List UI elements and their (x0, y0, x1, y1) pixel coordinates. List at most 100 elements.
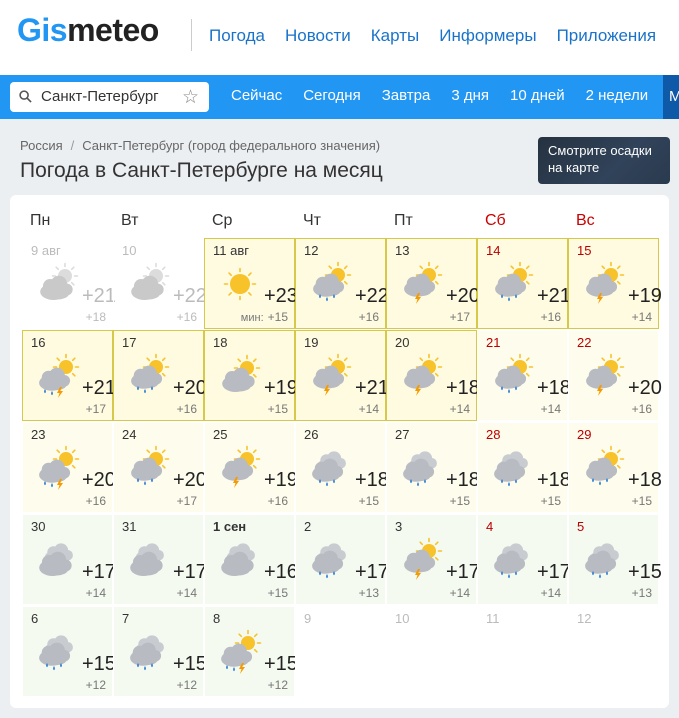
day-cell[interactable]: 3 +17 +14 (386, 514, 480, 605)
day-cell[interactable]: 22 +20 +16 (568, 330, 662, 421)
day-cell[interactable]: 18 +19 +15 (204, 330, 298, 421)
tab-3-days[interactable]: 3 дня (451, 87, 489, 104)
min-temperature-value: +15 (631, 494, 652, 508)
day-cell[interactable]: 13 +20 +17 (386, 238, 480, 329)
min-temperature: +14 (541, 586, 561, 600)
nav-news[interactable]: Новости (285, 26, 351, 46)
logo-divider (191, 19, 192, 51)
min-temperature-value: +15 (267, 402, 288, 416)
favorite-star-icon[interactable]: ☆ (182, 86, 199, 109)
calendar-empty-cell: 9 (295, 606, 386, 697)
day-date: 25 (213, 427, 228, 442)
day-date: 3 (395, 519, 403, 534)
partly-cloudy-rain-icon (131, 353, 170, 394)
min-temperature-value: +15 (358, 494, 379, 508)
min-temperature: +13 (359, 586, 379, 600)
day-cell[interactable]: 1 сен +16 +15 (204, 514, 298, 605)
day-cell[interactable]: 4 +17 +14 (477, 514, 571, 605)
day-date: 12 (577, 611, 592, 626)
tab-tomorrow[interactable]: Завтра (382, 87, 431, 104)
day-cell[interactable]: 12 +22 +16 (295, 238, 389, 329)
min-temperature-value: +16 (267, 494, 288, 508)
min-temperature-value: +14 (449, 586, 470, 600)
day-cell[interactable]: 27 +18 +15 (386, 422, 480, 513)
day-cell[interactable]: 26 +18 +15 (295, 422, 389, 513)
tab-month[interactable]: М (663, 75, 679, 119)
day-cell[interactable]: 24 +20 +17 (113, 422, 207, 513)
min-temperature: +14 (359, 402, 379, 416)
day-cell[interactable]: 9 авг +21 +18 (22, 238, 116, 329)
min-temperature-value: +14 (540, 586, 561, 600)
tab-10-days[interactable]: 10 дней (510, 87, 565, 104)
day-cell[interactable]: 11 авг +23 мин: +15 (204, 238, 298, 329)
day-cell[interactable]: 15 +19 +14 (568, 238, 662, 329)
min-temperature: +14 (450, 586, 470, 600)
min-temperature: +12 (86, 678, 106, 692)
min-temperature-value: +15 (449, 494, 470, 508)
day-cell[interactable]: 17 +20 +16 (113, 330, 207, 421)
weekday-wednesday: Ср (212, 212, 233, 229)
weekday-friday: Пт (394, 212, 413, 229)
tab-today[interactable]: Сегодня (303, 87, 361, 104)
day-cell[interactable]: 2 +17 +13 (295, 514, 389, 605)
city-search[interactable]: ☆ (10, 82, 209, 112)
breadcrumb-city[interactable]: Санкт-Петербург (город федерального знач… (82, 138, 380, 153)
partly-cloudy-rain-icon (495, 261, 534, 302)
site-logo[interactable]: Gismeteo (17, 12, 159, 49)
min-temperature: +16 (86, 494, 106, 508)
max-temperature: +21 (82, 377, 116, 399)
day-cell[interactable]: 8 +15 +12 (204, 606, 298, 697)
tab-2-weeks[interactable]: 2 недели (586, 87, 649, 104)
min-temperature: +15 (632, 494, 652, 508)
day-date: 2 (304, 519, 312, 534)
max-temperature: +18 (446, 469, 480, 491)
nav-apps[interactable]: Приложения (557, 26, 656, 46)
day-cell[interactable]: 30 +17 +14 (22, 514, 116, 605)
max-temperature: +17 (537, 561, 571, 583)
day-date: 16 (31, 335, 46, 350)
search-input[interactable] (41, 88, 181, 105)
day-date: 30 (31, 519, 46, 534)
day-cell[interactable]: 21 +18 +14 (477, 330, 571, 421)
nav-informers[interactable]: Информеры (439, 26, 536, 46)
day-cell[interactable]: 14 +21 +16 (477, 238, 571, 329)
day-cell[interactable]: 10 +22 +16 (113, 238, 207, 329)
precipitation-map-button[interactable]: Смотрите осадки на карте (538, 137, 670, 184)
max-temperature: +22 (173, 285, 207, 307)
tab-now[interactable]: Сейчас (231, 87, 282, 104)
day-cell[interactable]: 31 +17 +14 (113, 514, 207, 605)
day-cell[interactable]: 16 +21 +17 (22, 330, 116, 421)
min-temperature: +12 (268, 678, 288, 692)
day-date: 5 (577, 519, 585, 534)
day-cell[interactable]: 7 +15 +12 (113, 606, 207, 697)
nav-maps[interactable]: Карты (371, 26, 419, 46)
day-date: 4 (486, 519, 494, 534)
day-cell[interactable]: 29 +18 +15 (568, 422, 662, 513)
day-date: 13 (395, 243, 410, 258)
cloudy-rain-icon (403, 451, 437, 487)
min-temperature: +13 (632, 586, 652, 600)
min-temperature: +15 (268, 586, 288, 600)
day-date: 20 (395, 335, 410, 350)
day-date: 9 (304, 611, 312, 626)
day-date: 10 (395, 611, 410, 626)
partly-cloudy-rain-icon (131, 445, 170, 486)
day-cell[interactable]: 28 +18 +15 (477, 422, 571, 513)
max-temperature: +17 (82, 561, 116, 583)
min-temperature-value: +16 (176, 402, 197, 416)
page-title: Погода в Санкт-Петербурге на месяц (20, 159, 383, 182)
nav-weather[interactable]: Погода (209, 26, 265, 46)
day-cell[interactable]: 5 +15 +13 (568, 514, 662, 605)
day-cell[interactable]: 19 +21 +14 (295, 330, 389, 421)
day-cell[interactable]: 23 +20 +16 (22, 422, 116, 513)
day-date: 10 (122, 243, 137, 258)
min-temperature: +14 (541, 402, 561, 416)
day-cell[interactable]: 20 +18 +14 (386, 330, 480, 421)
weekday-monday: Пн (30, 212, 51, 229)
day-cell[interactable]: 6 +15 +12 (22, 606, 116, 697)
partly-cloudy-thunder-icon (404, 261, 443, 304)
day-cell[interactable]: 25 +19 +16 (204, 422, 298, 513)
min-temperature-value: +14 (449, 402, 470, 416)
min-temperature: +16 (177, 402, 197, 416)
breadcrumb-russia[interactable]: Россия (20, 138, 63, 153)
